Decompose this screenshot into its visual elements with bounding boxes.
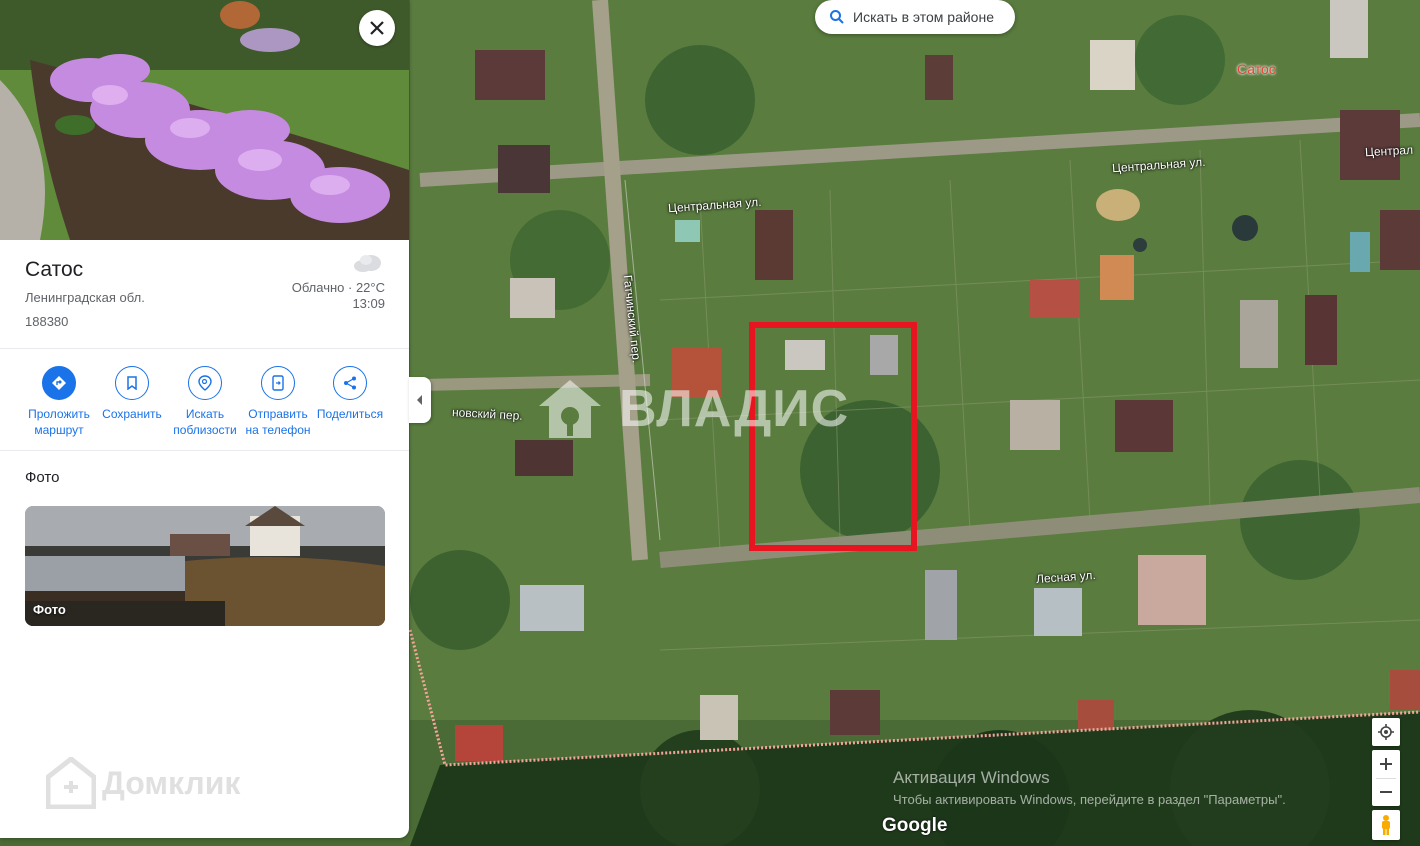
minus-icon <box>1380 791 1392 793</box>
place-marker-label[interactable]: Сатос <box>1237 61 1276 77</box>
nearby-icon <box>198 375 212 391</box>
photos-caption: Фото <box>33 602 66 617</box>
street-view-pegman-button[interactable] <box>1372 810 1400 840</box>
search-this-area-button[interactable]: Искать в этом районе <box>815 0 1015 34</box>
search-nearby-button[interactable]: Искать поблизости <box>165 366 245 438</box>
send-to-phone-icon <box>272 375 284 391</box>
search-nearby-label-2: поблизости <box>173 423 237 437</box>
share-label: Поделиться <box>316 407 384 421</box>
search-nearby-label-1: Искать <box>185 407 225 421</box>
save-label: Сохранить <box>102 407 162 421</box>
bookmark-icon <box>127 376 137 390</box>
cloudy-weather-icon <box>354 255 381 272</box>
directions-icon <box>52 376 66 390</box>
zoom-controls <box>1372 750 1400 806</box>
search-this-area-label: Искать в этом районе <box>853 9 994 25</box>
directions-label-2: маршрут <box>34 423 84 437</box>
domclick-watermark: Домклик <box>46 757 240 809</box>
my-location-button[interactable] <box>1372 718 1400 746</box>
share-icon <box>344 376 356 390</box>
zoom-out-button[interactable] <box>1380 779 1392 806</box>
domclick-logo-icon <box>46 757 96 809</box>
vladis-watermark: ВЛАДИС <box>535 376 849 442</box>
place-info-panel: Сатос Ленинградская обл. 188380 Облачно … <box>0 0 409 838</box>
photos-heading: Фото <box>25 469 60 486</box>
weather-summary: Облачно · 22°C <box>291 280 385 295</box>
chevron-left-icon <box>417 395 422 405</box>
send-to-phone-button[interactable]: Отправить на телефон <box>238 366 318 438</box>
photos-thumbnail[interactable]: Фото <box>25 506 385 626</box>
windows-activation-title: Активация Windows <box>893 768 1050 787</box>
my-location-icon <box>1378 724 1394 740</box>
search-icon <box>830 10 844 24</box>
vladis-watermark-text: ВЛАДИС <box>619 380 850 438</box>
divider <box>0 348 409 349</box>
collapse-panel-button[interactable] <box>409 377 431 423</box>
google-logo: Google <box>882 815 948 836</box>
pegman-icon <box>1382 815 1390 835</box>
directions-label-1: Проложить <box>28 407 90 421</box>
close-panel-button[interactable] <box>359 10 395 46</box>
place-hero-photo[interactable] <box>0 0 409 240</box>
place-region: Ленинградская обл. <box>25 290 145 305</box>
directions-button[interactable]: Проложить маршрут <box>19 366 99 438</box>
close-icon <box>370 21 384 35</box>
plus-icon <box>1380 758 1392 770</box>
send-to-phone-label-1: Отправить <box>248 407 308 421</box>
zoom-in-button[interactable] <box>1380 751 1392 778</box>
divider <box>0 450 409 451</box>
local-time: 13:09 <box>352 296 385 311</box>
place-postcode: 188380 <box>25 314 69 329</box>
place-title: Сатос <box>25 258 84 281</box>
photo-thumbnail-image <box>25 506 385 626</box>
share-button[interactable]: Поделиться <box>310 366 390 422</box>
send-to-phone-label-2: на телефон <box>245 423 311 437</box>
street-label-central-3: Централ <box>1364 142 1414 160</box>
domclick-watermark-text: Домклик <box>102 764 241 801</box>
save-button[interactable]: Сохранить <box>92 366 172 422</box>
vladis-logo-icon <box>539 380 601 438</box>
windows-activation-subtitle: Чтобы активировать Windows, перейдите в … <box>893 792 1286 807</box>
